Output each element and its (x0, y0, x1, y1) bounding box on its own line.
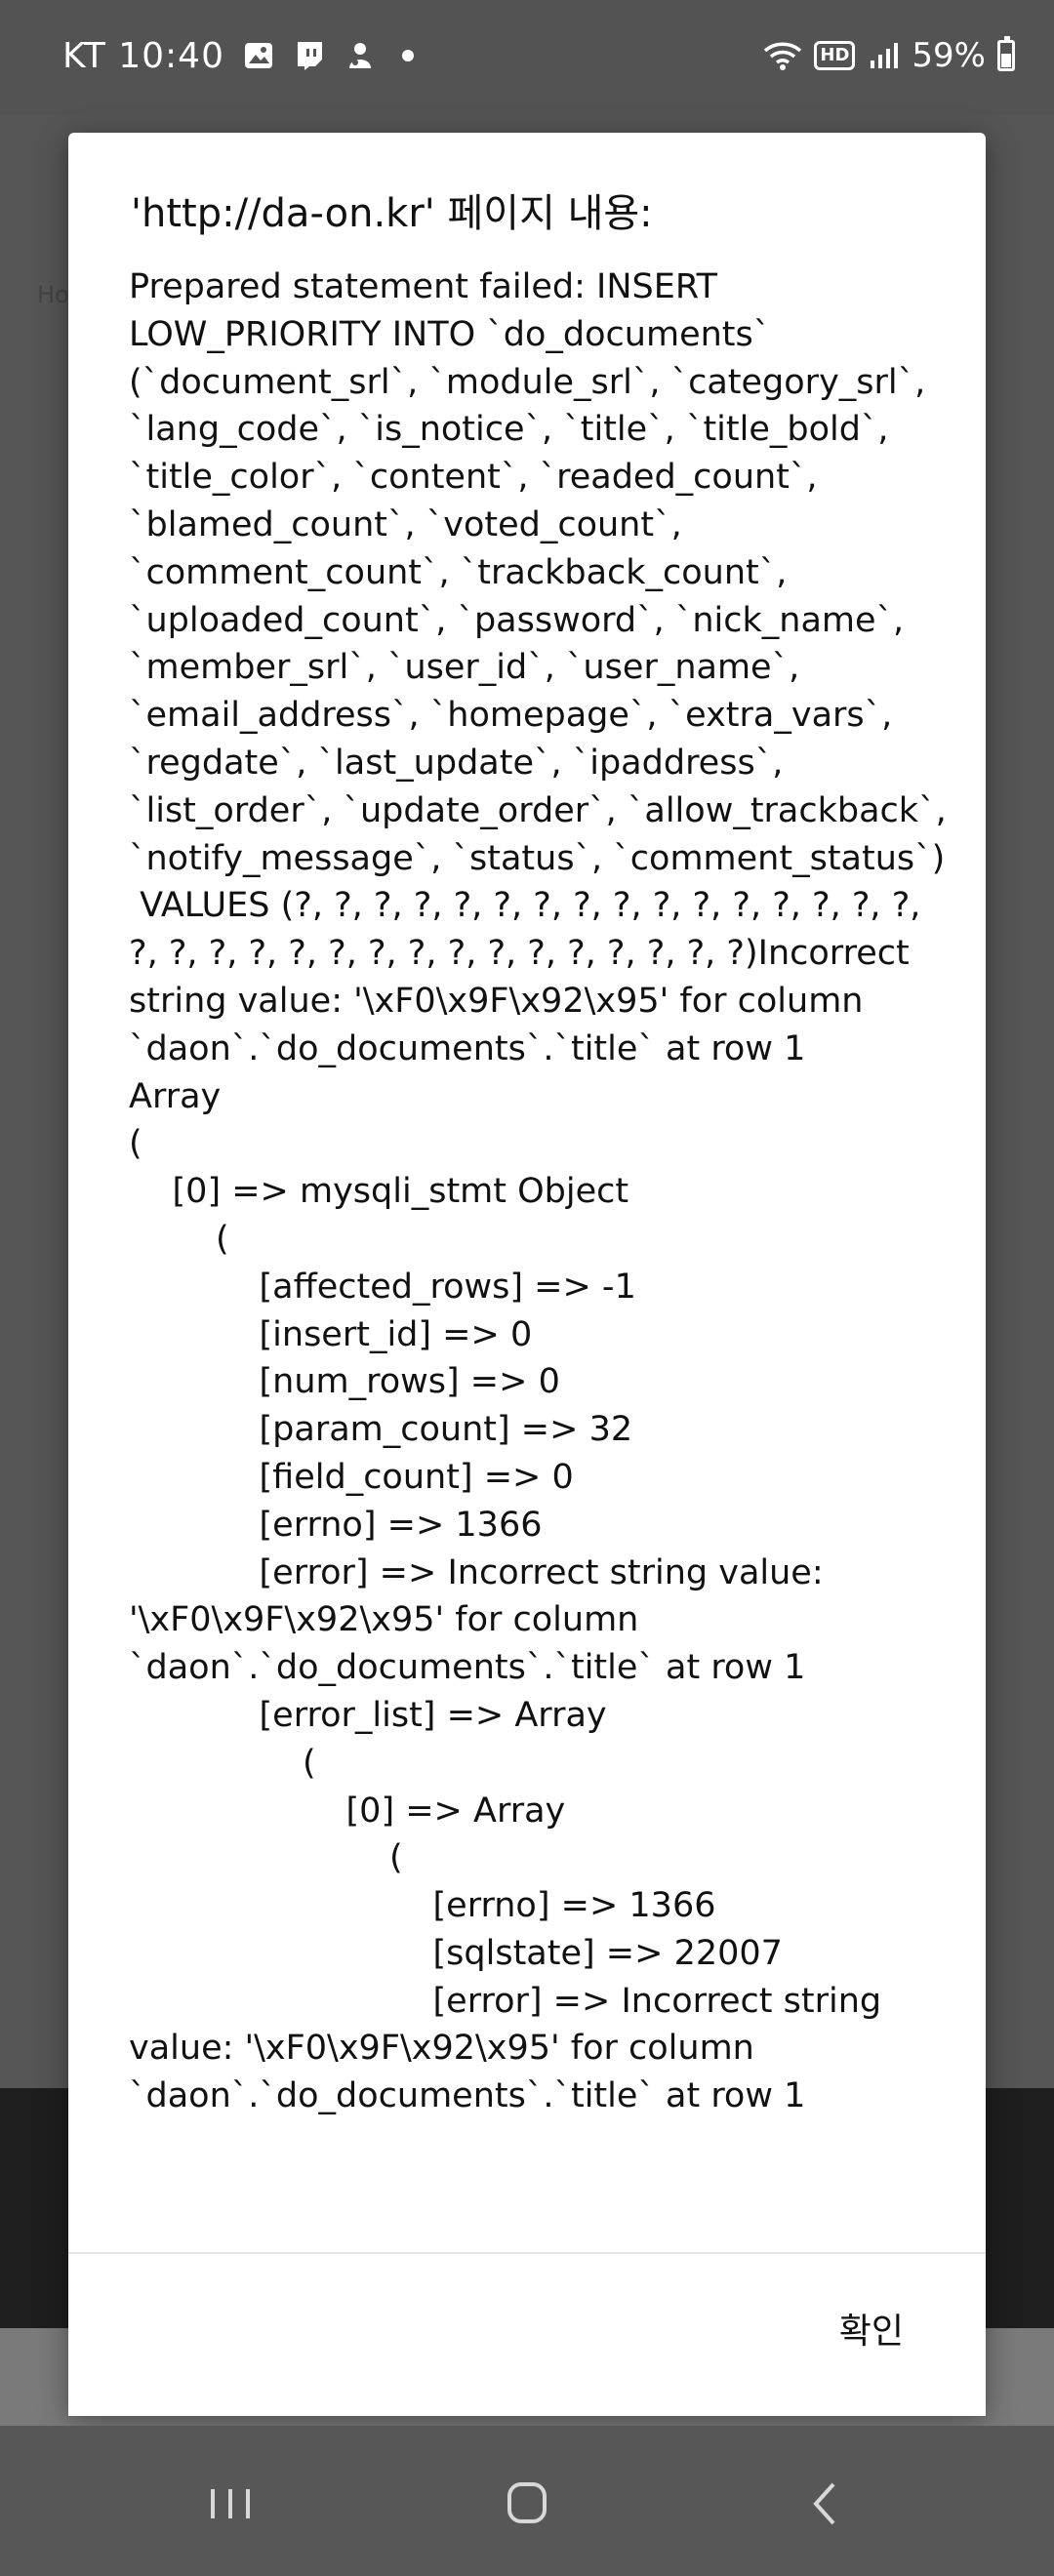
status-left: KT 10:40 (62, 31, 414, 80)
app-icon (349, 43, 371, 68)
recent-apps-icon[interactable] (191, 2470, 269, 2538)
dialog-footer: 확인 (68, 2252, 986, 2416)
gallery-icon (245, 43, 272, 68)
battery-percent: 59% (912, 36, 986, 75)
twitch-icon (298, 42, 322, 70)
carrier-time: KT 10:40 (62, 35, 224, 76)
dialog-title: 'http://da-on.kr' 페이지 내용: (131, 191, 653, 236)
battery-icon (997, 36, 1015, 71)
dialog-message-scroll[interactable]: Prepared statement failed: INSERT LOW_PR… (129, 263, 958, 2391)
background-fragment: Ho (37, 281, 69, 308)
ok-button[interactable]: 확인 (839, 2293, 904, 2363)
status-bar: KT 10:40 HD 59% (0, 0, 1054, 115)
hd-icon: HD (814, 41, 856, 70)
dot-icon (402, 50, 414, 61)
status-right: HD 59% (763, 31, 1015, 80)
home-icon[interactable] (488, 2470, 566, 2538)
back-icon[interactable] (787, 2470, 865, 2538)
dialog-message: Prepared statement failed: INSERT LOW_PR… (129, 267, 947, 2116)
signal-icon (871, 43, 899, 68)
alert-dialog: 'http://da-on.kr' 페이지 내용: Prepared state… (68, 133, 986, 2416)
navigation-bar (0, 2426, 1054, 2576)
wifi-icon (764, 42, 802, 70)
